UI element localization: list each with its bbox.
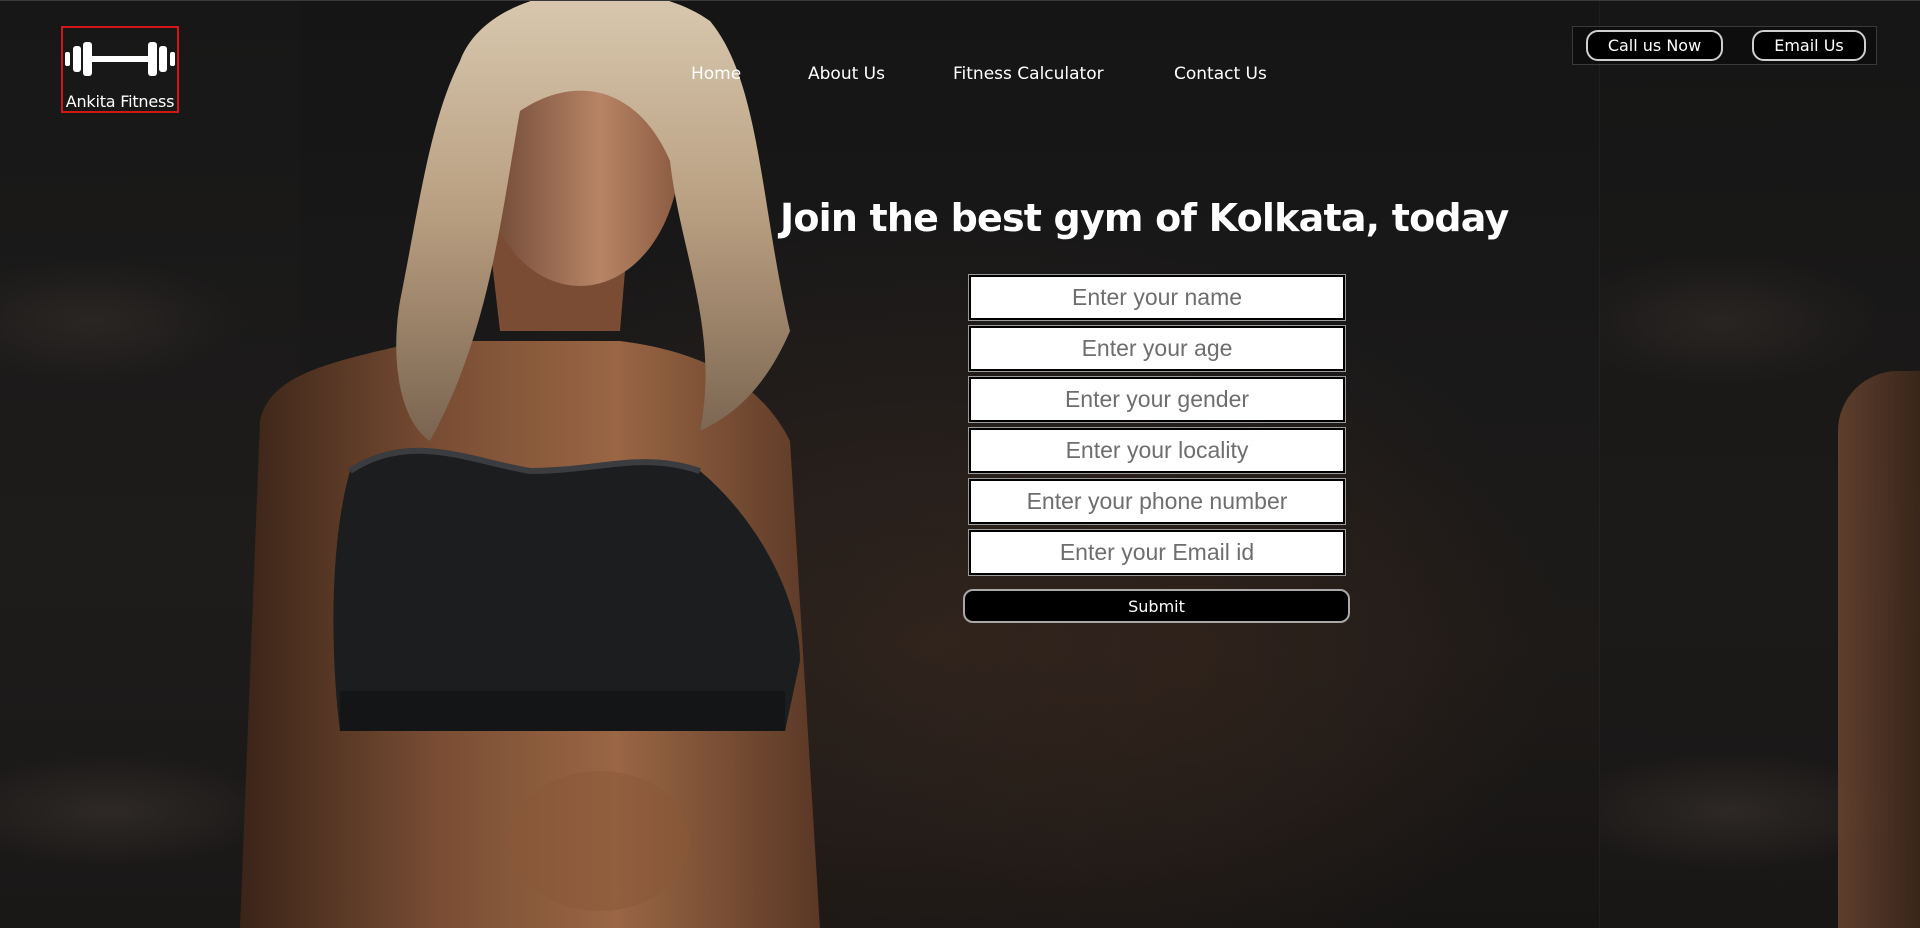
dumbbell-icon [65, 42, 175, 76]
email-input[interactable] [968, 529, 1346, 576]
email-us-button[interactable]: Email Us [1752, 30, 1866, 61]
submit-button[interactable]: Submit [963, 589, 1350, 623]
nav-item-home[interactable]: Home [691, 64, 741, 84]
landing-page: Ankita Fitness Home About Us Fitness Cal… [0, 0, 1920, 928]
locality-input[interactable] [968, 427, 1346, 474]
nav-item-fitness-calculator[interactable]: Fitness Calculator [953, 64, 1104, 84]
nav-item-contact-us[interactable]: Contact Us [1174, 64, 1267, 84]
background-figure-arm-repeat [1838, 371, 1920, 928]
nav-item-about-us[interactable]: About Us [808, 64, 885, 84]
brand-name: Ankita Fitness [65, 92, 175, 111]
phone-input[interactable] [968, 478, 1346, 525]
background-tile-seam [1599, 1, 1600, 928]
call-us-button[interactable]: Call us Now [1586, 30, 1723, 61]
age-input[interactable] [968, 325, 1346, 372]
hero-headline: Join the best gym of Kolkata, today [780, 196, 1509, 240]
gender-input[interactable] [968, 376, 1346, 423]
athlete-figure-image [200, 1, 840, 928]
contact-button-group: Call us Now Email Us [1572, 26, 1877, 65]
brand-logo[interactable]: Ankita Fitness [61, 26, 179, 113]
name-input[interactable] [968, 274, 1346, 321]
